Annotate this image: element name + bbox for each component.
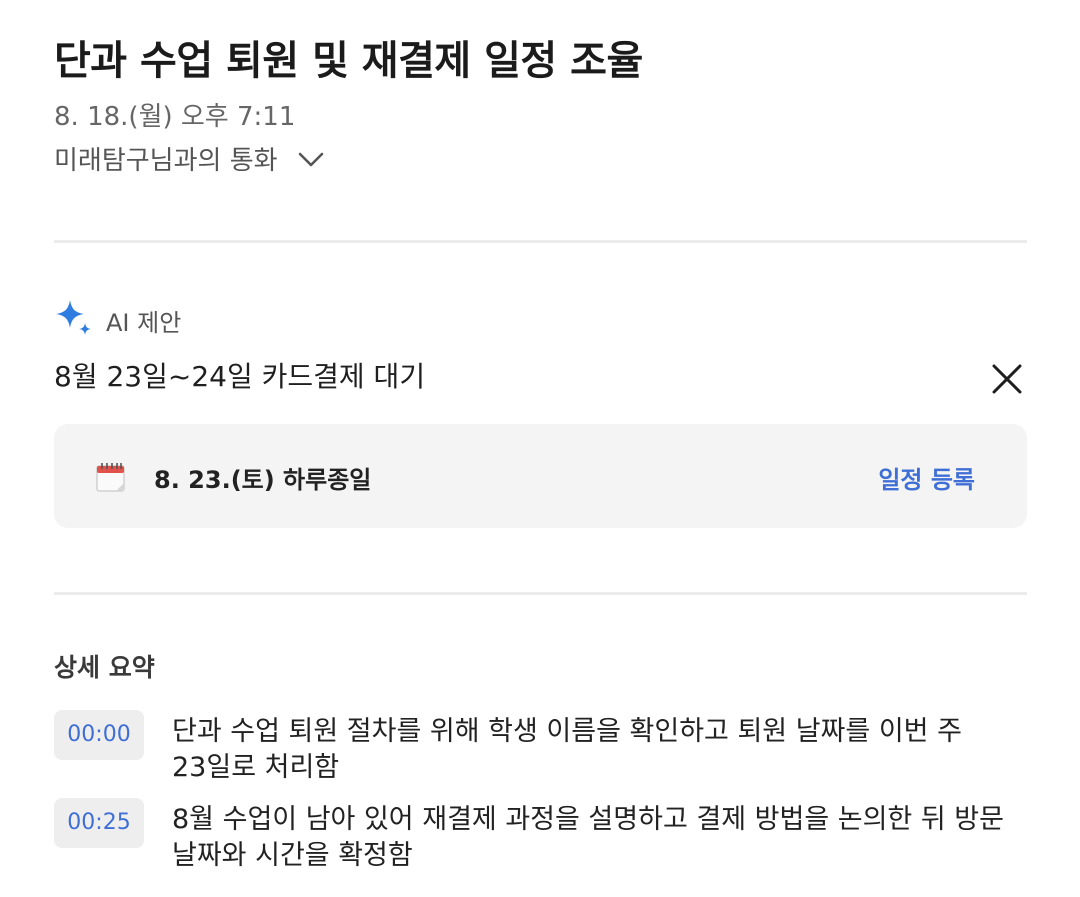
ai-suggestion-header: AI 제안 [54,298,181,342]
caller-name: 미래탐구님과의 통화 [54,146,278,176]
calendar-icon [94,460,128,494]
divider [54,240,1027,243]
summary-text: 단과 수업 퇴원 절차를 위해 학생 이름을 확인하고 퇴원 날짜를 이번 주 … [172,716,962,783]
summary-text: 8월 수업이 남아 있어 재결제 과정을 설명하고 결제 방법을 논의한 뒤 방… [172,804,1004,871]
close-icon[interactable] [988,360,1026,398]
event-date: 8. 23.(토) 하루종일 [154,466,372,494]
call-datetime: 8. 18.(월) 오후 7:11 [54,102,296,132]
timestamp-button[interactable]: 00:25 [54,798,144,848]
ai-suggestion-label: AI 제안 [106,308,182,337]
chevron-down-icon [296,144,326,174]
suggested-event-card: 8. 23.(토) 하루종일 일정 등록 [54,424,1027,528]
ai-suggestion-text: 8월 23일~24일 카드결제 대기 [54,360,426,393]
page-title: 단과 수업 퇴원 및 재결제 일정 조율 [54,38,643,84]
summary-heading: 상세 요약 [54,653,155,682]
caller-toggle[interactable]: 미래탐구님과의 통화 [54,140,326,177]
register-event-button[interactable]: 일정 등록 [878,460,975,495]
timestamp-button[interactable]: 00:00 [54,710,144,760]
sparkle-icon [54,298,94,342]
divider [54,592,1027,595]
